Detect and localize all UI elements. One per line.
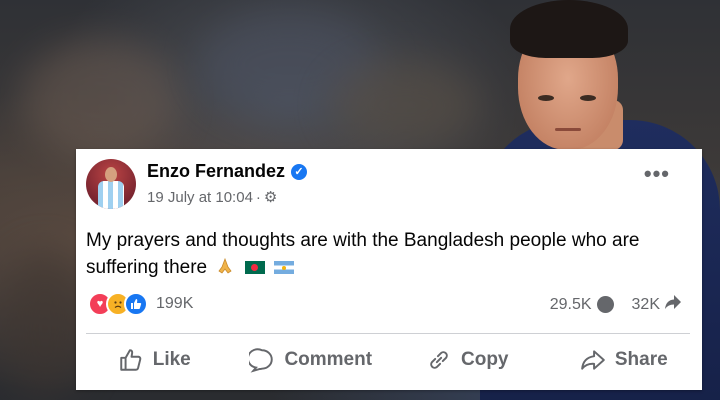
author-row: Enzo Fernandez ✓ (147, 161, 308, 182)
comment-bubble-icon (596, 296, 614, 313)
actions-divider (86, 333, 690, 334)
thumbs-up-icon (120, 349, 142, 371)
verified-badge-icon: ✓ (291, 163, 308, 180)
link-icon (430, 351, 448, 369)
bangladesh-flag-icon (244, 261, 265, 274)
argentina-flag-icon (273, 261, 294, 274)
more-options-icon[interactable]: ••• (644, 163, 670, 185)
comment-count[interactable]: 29.5K (550, 296, 592, 314)
comment-label: Comment (284, 349, 373, 370)
engagement-stats: 29.5K 32K (550, 294, 682, 315)
post-text: My prayers and thoughts are with the Ban… (86, 227, 686, 284)
meta-separator: · (255, 188, 261, 206)
reaction-count: 199K (156, 295, 194, 312)
gear-icon: ⚙ (263, 189, 278, 206)
post-timestamp[interactable]: 19 July at 10:04 (147, 189, 253, 206)
share-label: Share (614, 349, 668, 370)
avatar[interactable] (86, 159, 136, 209)
share-icon (581, 350, 605, 370)
post-text-line1: My prayers and thoughts are with the Ban… (86, 230, 640, 251)
comment-button[interactable]: Comment (233, 335, 390, 385)
share-arrow-icon (664, 294, 682, 315)
like-button[interactable]: Like (76, 335, 233, 385)
comment-icon (249, 348, 274, 373)
post-meta: 19 July at 10:04 · ⚙ (147, 188, 278, 207)
like-reaction-icon (124, 292, 148, 316)
like-label: Like (152, 349, 191, 370)
author-name[interactable]: Enzo Fernandez (147, 161, 285, 182)
share-count[interactable]: 32K (632, 296, 660, 314)
reactions-summary[interactable]: ♥ 199K (88, 292, 193, 316)
facebook-post-card: Enzo Fernandez ✓ 19 July at 10:04 · ⚙ ••… (76, 149, 702, 390)
share-button[interactable]: Share (546, 335, 703, 385)
folded-hands-icon (216, 257, 234, 284)
copy-label: Copy (461, 349, 509, 370)
post-text-line2: suffering there (86, 257, 208, 278)
copy-button[interactable]: Copy (389, 335, 546, 385)
post-action-bar: Like Comment Copy Share (76, 335, 702, 385)
